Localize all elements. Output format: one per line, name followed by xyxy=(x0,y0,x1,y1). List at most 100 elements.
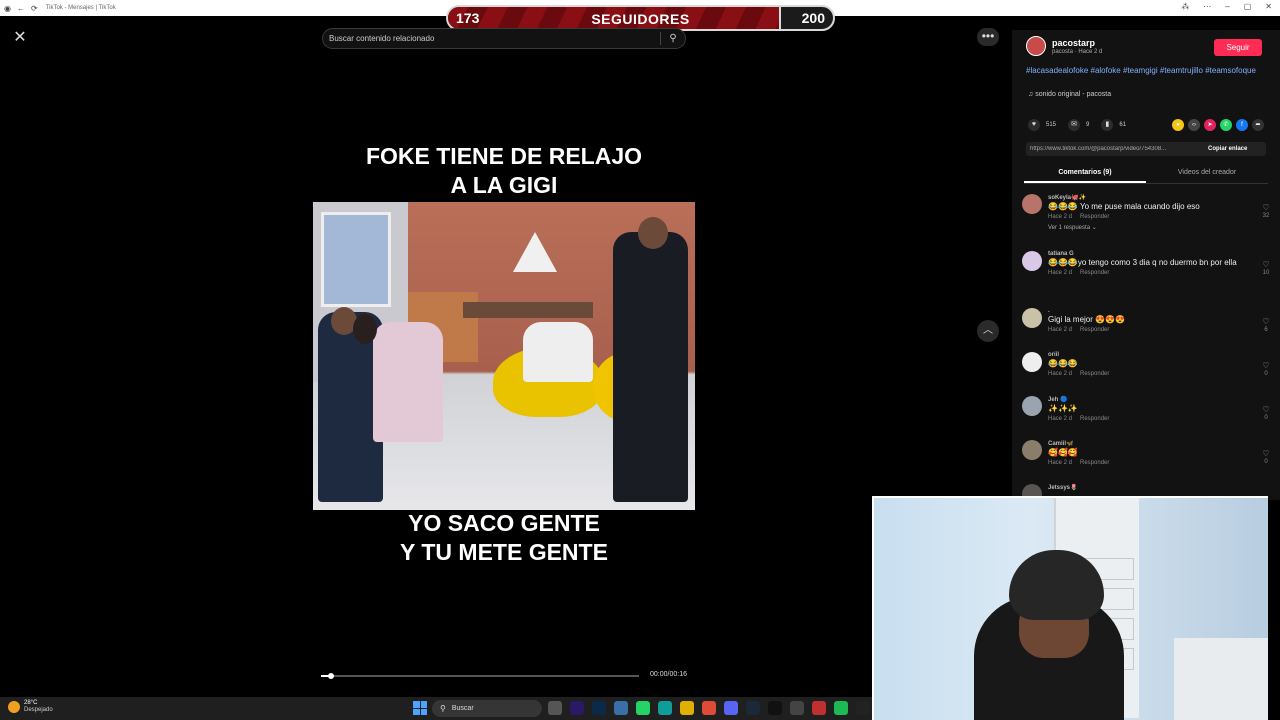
comment-user[interactable]: soKeyla🐙✨ xyxy=(1048,194,1272,201)
video-caption-top: FOKE TIENE DE RELAJO A LA GIGI xyxy=(313,142,695,200)
comment-user[interactable]: Jeh 🔵 xyxy=(1048,396,1272,403)
heart-icon[interactable]: ♡ xyxy=(1262,405,1269,414)
comment-avatar[interactable] xyxy=(1022,396,1042,416)
comment-like[interactable]: ♡ 0 xyxy=(1260,449,1272,465)
caption-line: Y TU METE GENTE xyxy=(400,539,608,565)
comment-like[interactable]: ♡ 32 xyxy=(1260,203,1272,219)
reply-button[interactable]: Responder xyxy=(1080,416,1109,422)
comment-avatar[interactable] xyxy=(1022,352,1042,372)
comment-avatar[interactable] xyxy=(1022,194,1042,214)
caption-line: A LA GIGI xyxy=(450,172,558,198)
close-icon[interactable]: ✕ xyxy=(10,28,30,48)
creator-username[interactable]: pacostarp xyxy=(1052,38,1102,48)
whatsapp-icon[interactable] xyxy=(636,701,650,715)
windows-start-icon[interactable] xyxy=(413,701,427,715)
chrome-icon[interactable] xyxy=(702,701,716,715)
follow-button[interactable]: Seguir xyxy=(1214,39,1262,56)
menu-icon[interactable]: ⋯ xyxy=(1203,2,1211,11)
minimize-icon[interactable]: – xyxy=(1225,2,1229,11)
comment-like[interactable]: ♡ 10 xyxy=(1260,260,1272,276)
premiere-icon[interactable] xyxy=(570,701,584,715)
comment-avatar[interactable] xyxy=(1022,251,1042,271)
tab-creator-videos[interactable]: Videos del creador xyxy=(1146,167,1268,183)
related-search-input[interactable] xyxy=(323,34,660,43)
back-icon[interactable]: ← xyxy=(17,4,25,13)
comment-user[interactable]: Camiil🦋 xyxy=(1048,440,1272,447)
send-icon[interactable]: ➤ xyxy=(1204,119,1216,131)
comment-count: 9 xyxy=(1086,122,1090,128)
comment-avatar[interactable] xyxy=(1022,308,1042,328)
comment-icon[interactable]: ✉ xyxy=(1068,119,1081,131)
followers-goal-label: SEGUIDORES xyxy=(591,11,690,27)
comment-item: Camiil🦋 🥰🥰🥰 Hace 2 d Responder ♡ 0 xyxy=(1022,440,1272,484)
hashtags[interactable]: #lacasadealofoke #alofoke #teamgigi #tea… xyxy=(1026,66,1256,76)
reply-button[interactable]: Responder xyxy=(1080,327,1109,333)
coin-icon[interactable]: ● xyxy=(1172,119,1184,131)
close-window-icon[interactable]: ✕ xyxy=(1265,2,1272,11)
like-icon[interactable]: ♥ xyxy=(1028,119,1040,131)
app-icon[interactable] xyxy=(812,701,826,715)
reload-icon[interactable]: ⟳ xyxy=(31,4,38,13)
copy-link-button[interactable]: Copiar enlace xyxy=(1204,146,1247,152)
heart-icon[interactable]: ♡ xyxy=(1262,203,1269,212)
app-icon[interactable] xyxy=(790,701,804,715)
folder-icon[interactable] xyxy=(680,701,694,715)
whatsapp-icon[interactable]: ✆ xyxy=(1220,119,1232,131)
tiktok-icon[interactable] xyxy=(768,701,782,715)
edge-icon[interactable] xyxy=(658,701,672,715)
video-time: 00:00/00:16 xyxy=(650,671,687,678)
comment-user[interactable]: . xyxy=(1048,308,1272,314)
reply-button[interactable]: Responder xyxy=(1080,270,1109,276)
embed-icon[interactable]: ‹› xyxy=(1188,119,1200,131)
tiktok-icon[interactable] xyxy=(856,701,870,715)
extensions-icon[interactable]: ⁂ xyxy=(1181,2,1189,11)
app-icon[interactable] xyxy=(614,701,628,715)
caption-line: YO SACO GENTE xyxy=(408,510,600,536)
video-progress-bar[interactable] xyxy=(321,673,639,679)
video-progress-handle[interactable] xyxy=(327,673,334,679)
reply-button[interactable]: Responder xyxy=(1080,214,1109,220)
comment-time: Hace 2 d xyxy=(1048,371,1073,377)
photoshop-icon[interactable] xyxy=(592,701,606,715)
more-options-icon[interactable]: ••• xyxy=(977,28,999,46)
search-icon[interactable]: ⚲ xyxy=(661,33,685,44)
heart-icon[interactable]: ♡ xyxy=(1262,449,1269,458)
share-arrow-icon[interactable]: ➦ xyxy=(1252,119,1264,131)
window-controls: ⁂ ⋯ – ▢ ✕ xyxy=(1181,2,1272,11)
reply-button[interactable]: Responder xyxy=(1080,371,1109,377)
comment-text: 😂😂😂 Yo me puse mala cuando dijo eso xyxy=(1048,202,1200,211)
bookmark-icon[interactable]: ▮ xyxy=(1101,119,1114,131)
sound-link[interactable]: ♫ sonido original - pacosta xyxy=(1028,91,1111,98)
comment-avatar[interactable] xyxy=(1022,440,1042,460)
reply-button[interactable]: Responder xyxy=(1080,460,1109,466)
weather-text: 28°C Despejado xyxy=(24,700,53,714)
comment-like[interactable]: ♡ 0 xyxy=(1260,361,1272,377)
comment-user[interactable]: oriil xyxy=(1048,352,1272,358)
taskbar-search[interactable]: ⚲ Buscar xyxy=(432,700,542,717)
steam-icon[interactable] xyxy=(746,701,760,715)
comment-time: Hace 2 d xyxy=(1048,214,1073,220)
comment-user[interactable]: Jetssys🌷 xyxy=(1048,484,1272,491)
comment-item: tatiana G 😂😂😂yo tengo como 3 dia q no du… xyxy=(1022,251,1272,308)
previous-video-icon[interactable]: ︿ xyxy=(977,320,999,342)
creator-info[interactable]: pacostarp pacosta · Hace 2 d xyxy=(1026,36,1102,56)
comment-like[interactable]: ♡ 0 xyxy=(1260,405,1272,421)
comment-body: Jeh 🔵 ✨✨✨ Hace 2 d Responder xyxy=(1048,396,1272,440)
weather-widget[interactable]: 28°C Despejado xyxy=(8,700,53,714)
heart-icon[interactable]: ♡ xyxy=(1262,260,1269,269)
video-player[interactable]: FOKE TIENE DE RELAJO A LA GIGI YO SACO G… xyxy=(313,60,695,692)
spotify-icon[interactable] xyxy=(834,701,848,715)
comment-user[interactable]: tatiana G xyxy=(1048,251,1272,257)
maximize-icon[interactable]: ▢ xyxy=(1244,2,1252,11)
tab-comments[interactable]: Comentarios (9) xyxy=(1024,167,1146,183)
comment-body: tatiana G 😂😂😂yo tengo como 3 dia q no du… xyxy=(1048,251,1272,308)
heart-icon[interactable]: ♡ xyxy=(1262,317,1269,326)
comment-like[interactable]: ♡ 6 xyxy=(1260,317,1272,333)
heart-icon[interactable]: ♡ xyxy=(1262,361,1269,370)
avatar[interactable] xyxy=(1026,36,1046,56)
facebook-icon[interactable]: f xyxy=(1236,119,1248,131)
video-url: https://www.tiktok.com/@pacostarp/video/… xyxy=(1030,146,1167,152)
view-replies-button[interactable]: Ver 1 respuesta ⌄ xyxy=(1048,224,1272,231)
task-view-icon[interactable] xyxy=(548,701,562,715)
discord-icon[interactable] xyxy=(724,701,738,715)
